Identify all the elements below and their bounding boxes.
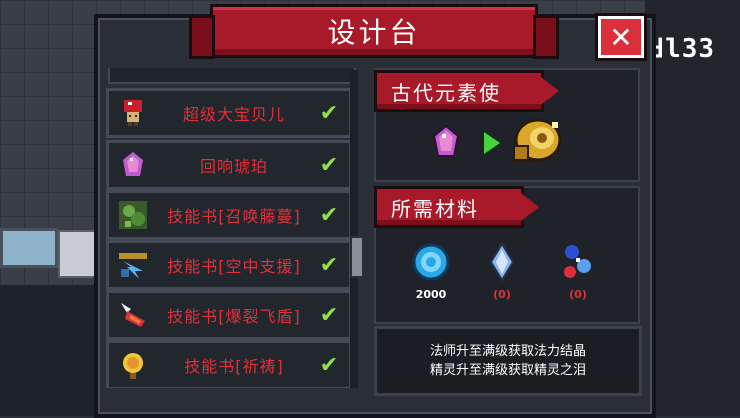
blueprint-list[interactable]: 超级大宝贝儿 ✔ 回响琥珀 ✔ 技能书[召唤藤蔓] ✔ 技能书[空中支援] ✔ … bbox=[104, 68, 362, 388]
recipe-heading-text: 古代元素使 bbox=[391, 80, 501, 105]
material-magic-crystal: (0) bbox=[482, 242, 522, 301]
background-monitor bbox=[0, 228, 58, 268]
title-banner: 设计台 bbox=[189, 4, 559, 59]
materials-heading-text: 所需材料 bbox=[391, 196, 479, 221]
prayer-skill-book-icon bbox=[115, 347, 151, 383]
green-arrow-icon bbox=[484, 132, 500, 158]
description-line: 法师升至满级获取法力结晶 bbox=[429, 344, 586, 359]
list-scrollbar-thumb[interactable] bbox=[350, 236, 364, 278]
amber-gem-icon bbox=[430, 124, 462, 164]
item-name: 技能书[爆裂飞盾] bbox=[167, 307, 301, 326]
list-item[interactable]: 技能书[空中支援] ✔ bbox=[106, 240, 352, 290]
list-item[interactable]: 技能书[祈祷] ✔ bbox=[106, 340, 352, 388]
material-qty: (0) bbox=[569, 288, 587, 301]
recipe-heading: 古代元素使 bbox=[374, 70, 559, 112]
list-item[interactable]: 超级大宝贝儿 ✔ bbox=[106, 88, 352, 138]
air-support-skill-book-icon bbox=[115, 247, 151, 283]
item-name: 超级大宝贝儿 bbox=[182, 105, 285, 124]
item-name: 回响琥珀 bbox=[199, 157, 268, 176]
checkmark-icon: ✔ bbox=[319, 152, 339, 178]
blue-gem-coin-icon bbox=[411, 243, 451, 286]
list-scrollbar-track[interactable] bbox=[350, 70, 358, 388]
item-name: 技能书[召唤藤蔓] bbox=[167, 207, 301, 226]
list-item[interactable]: 技能书[爆裂飞盾] ✔ bbox=[106, 290, 352, 340]
checkmark-icon: ✔ bbox=[319, 100, 339, 126]
mushroom-pet-icon bbox=[115, 95, 151, 131]
material-spirit-tear: (0) bbox=[556, 242, 600, 301]
burst-shield-skill-book-icon bbox=[115, 297, 151, 333]
vine-skill-book-icon bbox=[115, 197, 151, 233]
spirit-tear-icon bbox=[558, 245, 598, 286]
hud-counter: ꓤl33 bbox=[646, 34, 716, 64]
material-qty: (0) bbox=[493, 288, 511, 301]
list-item[interactable]: 技能书[召唤藤蔓] ✔ bbox=[106, 190, 352, 240]
page-title: 设计台 bbox=[327, 16, 421, 49]
material-gem-coins: 2000 bbox=[408, 242, 454, 301]
elemental-golden-helm-icon bbox=[506, 116, 566, 172]
unlock-description: 法师升至满级获取法力结晶 精灵升至满级获取精灵之泪 bbox=[374, 326, 642, 396]
checkmark-icon: ✔ bbox=[319, 352, 339, 378]
close-button[interactable]: ✕ bbox=[598, 16, 644, 58]
material-qty: 2000 bbox=[415, 288, 447, 301]
checkmark-icon: ✔ bbox=[319, 252, 339, 278]
amber-gem-icon bbox=[115, 147, 151, 183]
materials-heading: 所需材料 bbox=[374, 186, 539, 228]
list-top-edge bbox=[108, 68, 356, 84]
magic-crystal-icon bbox=[487, 242, 517, 286]
item-name: 技能书[空中支援] bbox=[167, 257, 301, 276]
item-name: 技能书[祈祷] bbox=[184, 357, 284, 376]
checkmark-icon: ✔ bbox=[319, 302, 339, 328]
ribbon-left bbox=[189, 15, 215, 59]
list-item[interactable]: 回响琥珀 ✔ bbox=[106, 140, 352, 190]
ribbon-right bbox=[533, 15, 559, 59]
checkmark-icon: ✔ bbox=[319, 202, 339, 228]
description-line: 精灵升至满级获取精灵之泪 bbox=[429, 363, 586, 378]
